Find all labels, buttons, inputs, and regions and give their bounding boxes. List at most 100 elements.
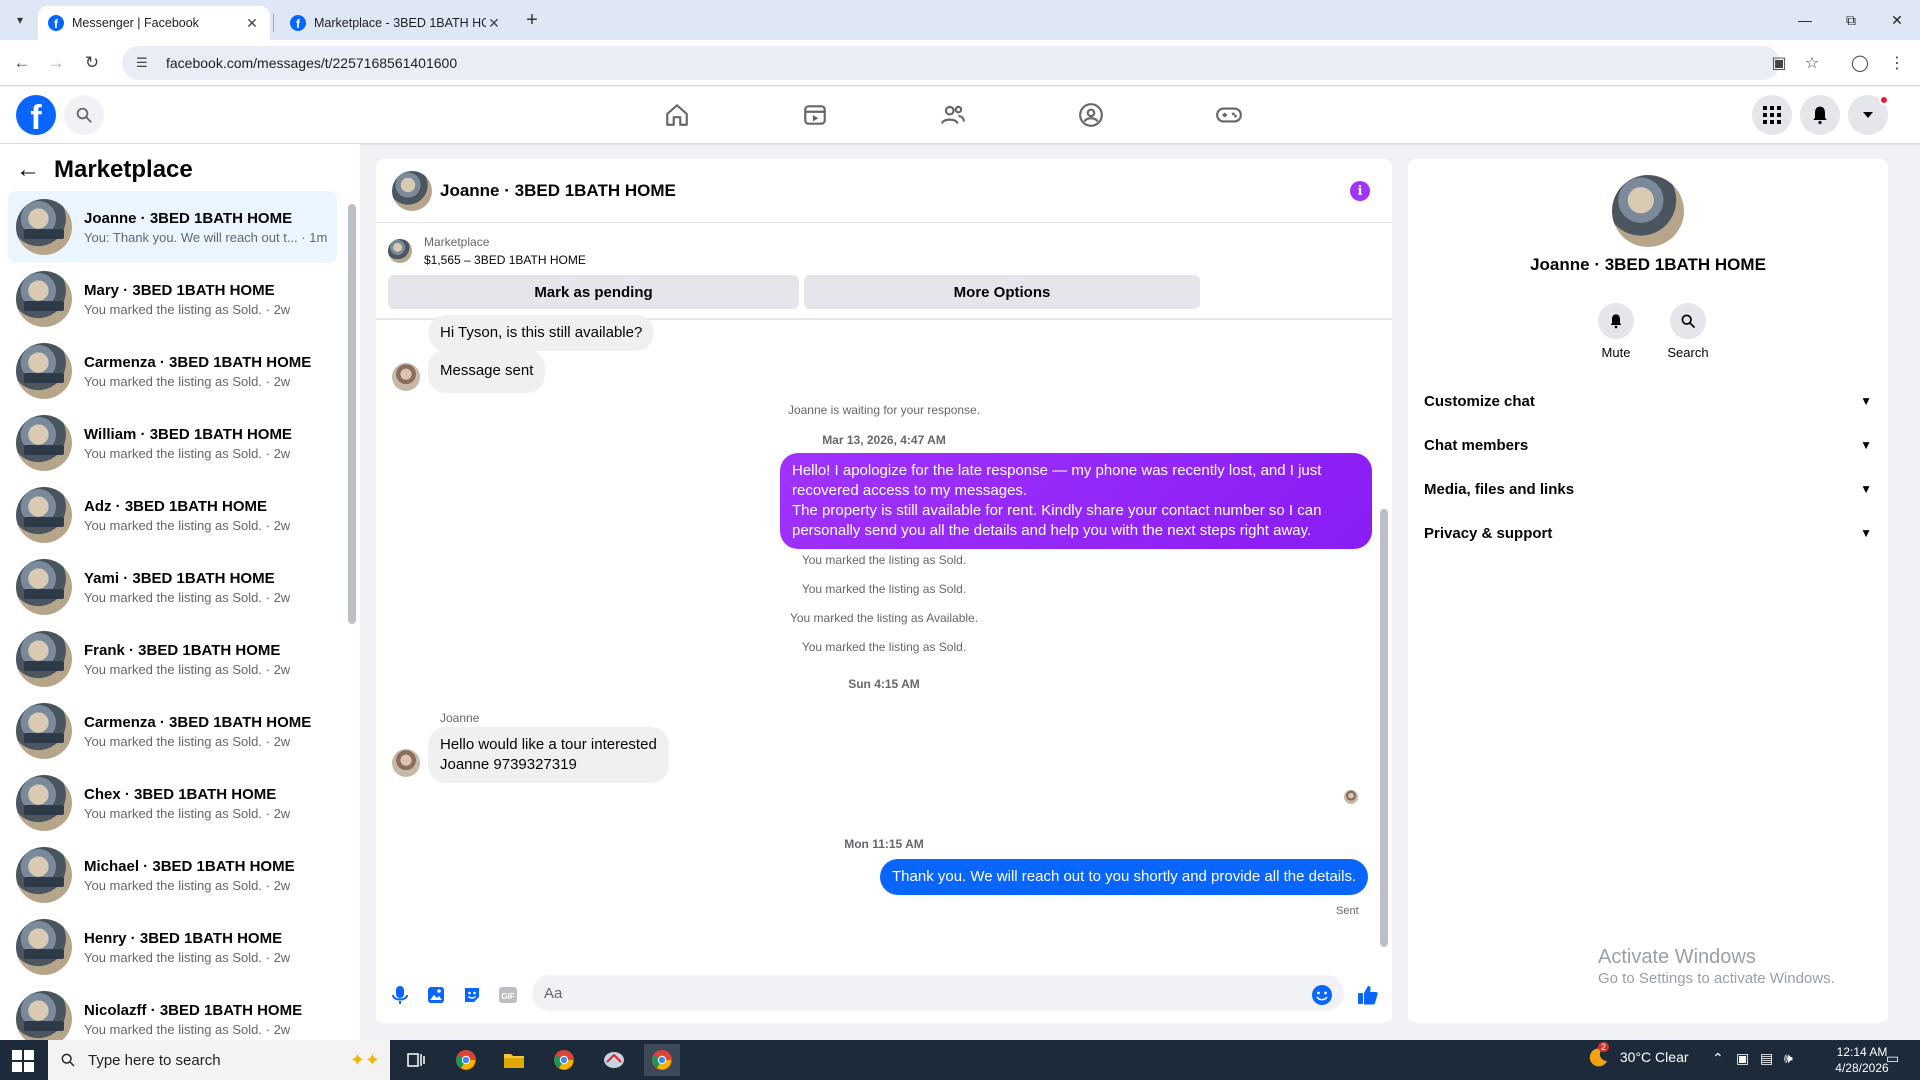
section-label: Media, files and links bbox=[1424, 480, 1575, 498]
chat-members-section[interactable]: Chat members ▼ bbox=[1416, 423, 1880, 467]
close-tab-icon[interactable]: ✕ bbox=[486, 15, 502, 32]
avatar bbox=[392, 363, 420, 391]
avatar[interactable] bbox=[392, 170, 432, 211]
tab-marketplace[interactable]: f Marketplace - 3BED 1BATH HOME ✕ bbox=[280, 6, 512, 40]
weather-widget[interactable]: 2 30°C Clear bbox=[1588, 1042, 1689, 1068]
windows-start-icon[interactable] bbox=[12, 1050, 34, 1072]
media-files-links-section[interactable]: Media, files and links ▼ bbox=[1416, 467, 1880, 511]
close-window-button[interactable]: ✕ bbox=[1874, 6, 1920, 34]
emoji-icon[interactable] bbox=[1310, 983, 1334, 1007]
chrome-menu-icon[interactable]: ⋮ bbox=[1885, 51, 1909, 75]
volume-icon[interactable]: 🕪 bbox=[1784, 1050, 1793, 1067]
bookmark-star-icon[interactable]: ☆ bbox=[1800, 51, 1824, 75]
chevron-down-icon: ▼ bbox=[1860, 394, 1872, 408]
taskbar-search-box[interactable]: Type here to search ✦✦ bbox=[48, 1040, 390, 1080]
incoming-message[interactable]: Message sent bbox=[428, 349, 546, 393]
search-icon[interactable] bbox=[64, 95, 104, 135]
home-icon[interactable] bbox=[657, 95, 697, 135]
conversation-preview: You marked the listing as Sold. · 2w bbox=[84, 445, 291, 461]
photo-icon[interactable] bbox=[424, 983, 448, 1007]
install-app-icon[interactable]: ▣ bbox=[1767, 51, 1791, 75]
conversation-item[interactable]: Nicolazff · 3BED 1BATH HOME You marked th… bbox=[8, 983, 337, 1040]
conversation-item[interactable]: Carmenza · 3BED 1BATH HOME You marked the… bbox=[8, 695, 337, 767]
search-icon bbox=[61, 1053, 75, 1067]
chrome-icon[interactable] bbox=[448, 1044, 484, 1076]
address-bar[interactable]: ☰ facebook.com/messages/t/22571685614016… bbox=[122, 46, 1780, 80]
mark-as-pending-button[interactable]: Mark as pending bbox=[388, 275, 799, 309]
minimize-button[interactable]: — bbox=[1782, 6, 1828, 34]
details-name: Joanne · 3BED 1BATH HOME bbox=[1530, 255, 1766, 274]
show-hidden-icons-chevron-icon[interactable]: ⌃ bbox=[1712, 1050, 1724, 1067]
mute-button[interactable]: Mute bbox=[1586, 303, 1646, 360]
avatar[interactable] bbox=[1612, 175, 1684, 247]
new-tab-button[interactable]: + bbox=[520, 8, 544, 32]
facebook-favicon-icon: f bbox=[48, 15, 64, 31]
chrome-profile-icon[interactable] bbox=[546, 1044, 582, 1076]
conversation-item[interactable]: Mary · 3BED 1BATH HOME You marked the lis… bbox=[8, 263, 337, 335]
reload-icon[interactable]: ↻ bbox=[80, 51, 104, 75]
outgoing-message[interactable]: Thank you. We will reach out to you shor… bbox=[880, 859, 1369, 895]
sidebar-title: Marketplace bbox=[54, 156, 193, 183]
microphone-icon[interactable] bbox=[388, 983, 412, 1007]
forward-arrow-icon[interactable]: → bbox=[44, 51, 68, 75]
app-icon[interactable] bbox=[596, 1044, 632, 1076]
sidebar-scrollbar[interactable] bbox=[348, 204, 356, 624]
network-icon[interactable]: ▤ bbox=[1760, 1050, 1773, 1067]
notifications-bell-icon[interactable] bbox=[1800, 95, 1840, 135]
incoming-message[interactable]: Hello would like a tour interested Joann… bbox=[428, 727, 669, 783]
conversation-item[interactable]: Henry · 3BED 1BATH HOME You marked the li… bbox=[8, 911, 337, 983]
camera-icon[interactable]: ▣ bbox=[1736, 1050, 1749, 1067]
back-arrow-icon[interactable]: ← bbox=[16, 156, 40, 184]
customize-chat-section[interactable]: Customize chat ▼ bbox=[1416, 379, 1880, 423]
menu-grid-icon[interactable] bbox=[1752, 95, 1792, 135]
sidebar-header: ← Marketplace bbox=[16, 156, 193, 184]
site-settings-icon[interactable]: ☰ bbox=[136, 55, 156, 71]
file-explorer-icon[interactable] bbox=[496, 1044, 532, 1076]
conversation-item[interactable]: William · 3BED 1BATH HOME You marked the … bbox=[8, 407, 337, 479]
conversation-item[interactable]: Yami · 3BED 1BATH HOME You marked the lis… bbox=[8, 551, 337, 623]
more-options-button[interactable]: More Options bbox=[804, 275, 1200, 309]
conversation-preview: You marked the listing as Sold. · 2w bbox=[84, 805, 291, 821]
account-menu-button[interactable] bbox=[1848, 95, 1889, 135]
message-composer: GIF bbox=[376, 967, 1392, 1023]
conversation-item[interactable]: Joanne · 3BED 1BATH HOME You: Thank you. … bbox=[8, 191, 337, 263]
conversation-name: Michael · 3BED 1BATH HOME bbox=[84, 857, 295, 875]
incoming-message[interactable]: Hi Tyson, is this still available? bbox=[428, 315, 655, 351]
chrome-active-icon[interactable] bbox=[644, 1044, 680, 1076]
conversation-item[interactable]: Chex · 3BED 1BATH HOME You marked the lis… bbox=[8, 767, 337, 839]
outgoing-message[interactable]: Hello! I apologize for the late response… bbox=[780, 453, 1372, 549]
task-view-icon[interactable] bbox=[398, 1044, 434, 1076]
video-icon[interactable] bbox=[795, 95, 835, 135]
close-tab-icon[interactable]: ✕ bbox=[244, 15, 260, 32]
watermark-subtitle: Go to Settings to activate Windows. bbox=[1598, 970, 1835, 987]
gif-icon[interactable]: GIF bbox=[496, 983, 520, 1007]
chat-title[interactable]: Joanne · 3BED 1BATH HOME bbox=[440, 181, 676, 201]
profile-icon[interactable]: ◯ bbox=[1848, 51, 1872, 75]
privacy-support-section[interactable]: Privacy & support ▼ bbox=[1416, 511, 1880, 555]
conversation-item[interactable]: Adz · 3BED 1BATH HOME You marked the list… bbox=[8, 479, 337, 551]
notification-center-icon[interactable]: ▭ bbox=[1886, 1050, 1899, 1067]
conversation-item[interactable]: Frank · 3BED 1BATH HOME You marked the li… bbox=[8, 623, 337, 695]
facebook-logo-icon[interactable]: f bbox=[16, 95, 56, 135]
tab-search-menu-icon[interactable]: ▾ bbox=[8, 8, 32, 32]
gaming-icon[interactable] bbox=[1209, 95, 1249, 135]
like-thumbs-up-icon[interactable] bbox=[1356, 983, 1380, 1007]
message-input[interactable] bbox=[532, 975, 1344, 1011]
conversation-item[interactable]: Michael · 3BED 1BATH HOME You marked the … bbox=[8, 839, 337, 911]
marketplace-label: Marketplace bbox=[424, 235, 490, 249]
conversation-item[interactable]: Carmenza · 3BED 1BATH HOME You marked the… bbox=[8, 335, 337, 407]
system-clock[interactable]: 12:14 AM 4/28/2026 bbox=[1830, 1044, 1894, 1076]
restore-button[interactable]: ⧉ bbox=[1828, 6, 1874, 34]
groups-icon[interactable] bbox=[1071, 95, 1111, 135]
info-icon[interactable]: i bbox=[1350, 181, 1370, 201]
search-in-conversation-button[interactable]: Search bbox=[1658, 303, 1718, 360]
marketplace-listing-bar[interactable]: Marketplace $1,565 – 3BED 1BATH HOME bbox=[388, 233, 586, 269]
sticker-icon[interactable] bbox=[460, 983, 484, 1007]
chat-pane: Joanne · 3BED 1BATH HOME i Marketplace $… bbox=[376, 159, 1392, 1023]
conversation-preview: You marked the listing as Sold. · 2w bbox=[84, 589, 291, 605]
back-arrow-icon[interactable]: ← bbox=[10, 51, 34, 75]
friends-icon[interactable] bbox=[933, 95, 973, 135]
chat-scrollbar[interactable] bbox=[1380, 509, 1388, 947]
sender-name: Joanne bbox=[440, 711, 480, 725]
tab-messenger[interactable]: f Messenger | Facebook ✕ bbox=[38, 6, 270, 40]
